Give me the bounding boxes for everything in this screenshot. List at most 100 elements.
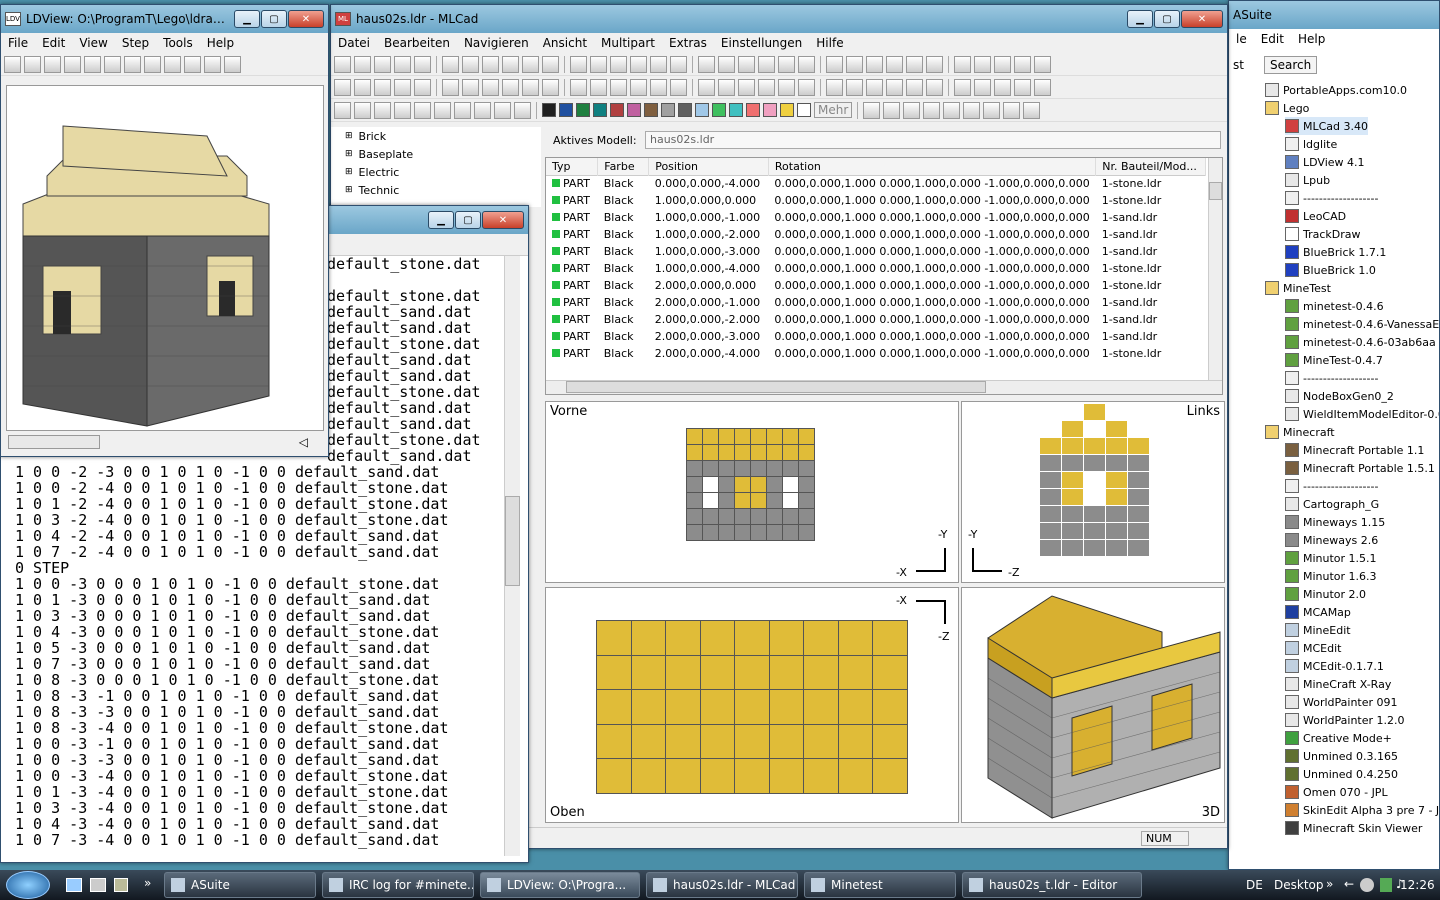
- rotate-icon[interactable]: [502, 55, 519, 73]
- first-step-icon[interactable]: [846, 78, 863, 96]
- save-icon[interactable]: [590, 55, 607, 73]
- table-row[interactable]: PART Black 2.000,0.000,-1.000 0.000,0.000,1…: [546, 294, 1206, 311]
- next-step-icon[interactable]: [542, 78, 559, 96]
- table-row[interactable]: PART Black 2.000,0.000,-3.000 0.000,0.000,1…: [546, 328, 1206, 345]
- asuite-tree-item[interactable]: MineTest: [1265, 279, 1331, 297]
- zoom-icon[interactable]: [906, 55, 923, 73]
- desktop-toolbar[interactable]: Desktop: [1274, 878, 1324, 892]
- table-row[interactable]: PART Black 2.000,0.000,-2.000 0.000,0.000,1…: [546, 311, 1206, 328]
- open-file-icon[interactable]: [994, 55, 1011, 73]
- asuite-tree-item[interactable]: Omen 070 - JPL: [1285, 783, 1388, 801]
- expand-icon[interactable]: ⊞: [345, 185, 353, 195]
- ldview-render[interactable]: [6, 85, 324, 431]
- mlcad-menu-item[interactable]: Extras: [662, 36, 714, 50]
- ldview-menu-item[interactable]: Help: [200, 36, 241, 50]
- camera-icon[interactable]: [24, 55, 41, 73]
- speaker-icon[interactable]: ◁: [299, 435, 308, 449]
- tray-network-icon[interactable]: [1380, 878, 1392, 892]
- asuite-tree-item[interactable]: TrackDraw: [1285, 225, 1361, 243]
- mlcad-menu-item[interactable]: Ansicht: [536, 36, 594, 50]
- quicklaunch-window-icon[interactable]: [90, 878, 106, 892]
- save-icon[interactable]: [374, 55, 391, 73]
- new-file-icon[interactable]: [334, 55, 351, 73]
- first-step-icon[interactable]: [334, 78, 351, 96]
- column-header[interactable]: Typ: [546, 158, 599, 175]
- prev-step-icon[interactable]: [866, 78, 883, 96]
- color-swatch[interactable]: [627, 103, 641, 117]
- table-row[interactable]: PART Black 2.000,0.000,-4.000 0.000,0.000,1…: [546, 345, 1206, 362]
- taskbar-button[interactable]: LDView: O:\Progra...: [480, 872, 640, 898]
- asuite-tree-item[interactable]: Unmined 0.3.165: [1285, 747, 1398, 765]
- color-icon[interactable]: [926, 78, 943, 96]
- table-row[interactable]: PART Black 1.000,0.000,-2.000 0.000,0.000,1…: [546, 226, 1206, 243]
- car-icon[interactable]: [204, 55, 221, 73]
- last-step-icon[interactable]: [906, 78, 923, 96]
- table-row[interactable]: PART Black 1.000,0.000,-1.000 0.000,0.000,1…: [546, 209, 1206, 226]
- asuite-tree-item[interactable]: minetest-0.4.6-03ab6aa: [1285, 333, 1436, 351]
- editor-vscrollbar[interactable]: [504, 256, 520, 856]
- help-icon[interactable]: [826, 78, 843, 96]
- asuite-tree-item[interactable]: SkinEdit Alpha 3 pre 7 - JPL: [1285, 801, 1439, 819]
- view-tool-icon[interactable]: [943, 101, 961, 119]
- help-icon[interactable]: [650, 78, 667, 96]
- asuite-tree-item[interactable]: Unmined 0.4.250: [1285, 765, 1398, 783]
- new-file-icon[interactable]: [974, 55, 991, 73]
- tool-icon[interactable]: [494, 101, 511, 119]
- asuite-tree-item[interactable]: MCEdit-0.1.7.1: [1285, 657, 1384, 675]
- taskbar-button[interactable]: IRC log for #minete...: [322, 872, 474, 898]
- asuite-tree-item[interactable]: LDView 4.1: [1285, 153, 1365, 171]
- first-step-icon[interactable]: [670, 78, 687, 96]
- column-header[interactable]: Position: [648, 158, 769, 175]
- paste-icon[interactable]: [462, 55, 479, 73]
- close-button[interactable]: ✕: [482, 211, 524, 229]
- reload-icon[interactable]: [44, 55, 61, 73]
- ldview-menu-item[interactable]: View: [72, 36, 114, 50]
- tool-icon[interactable]: [374, 101, 391, 119]
- column-header[interactable]: Rotation: [768, 158, 1097, 175]
- open-file-icon[interactable]: [778, 55, 795, 73]
- table-row[interactable]: PART Black 2.000,0.000,0.000 0.000,0.000,1.…: [546, 277, 1206, 294]
- asuite-tree-item[interactable]: -------------------: [1285, 477, 1378, 495]
- expand-icon[interactable]: ⊞: [345, 149, 353, 159]
- copy-icon[interactable]: [866, 55, 883, 73]
- next-step-icon[interactable]: [718, 78, 735, 96]
- move-icon[interactable]: [738, 55, 755, 73]
- help-icon[interactable]: [482, 78, 499, 96]
- quicklaunch-more-icon[interactable]: »: [144, 876, 151, 890]
- color-swatch[interactable]: [610, 103, 624, 117]
- ldview-titlebar[interactable]: LDV LDView: O:\ProgramT\Lego\ldraw\m... …: [1, 5, 328, 33]
- paste-icon[interactable]: [670, 55, 687, 73]
- language-indicator[interactable]: DE: [1246, 878, 1263, 892]
- tool-icon[interactable]: [414, 101, 431, 119]
- asuite-tree-item[interactable]: MCAMap: [1285, 603, 1351, 621]
- asuite-tree-item[interactable]: MineTest-0.4.7: [1285, 351, 1383, 369]
- mlcad-menu-item[interactable]: Einstellungen: [714, 36, 809, 50]
- color-swatch[interactable]: [729, 103, 743, 117]
- copy-icon[interactable]: [442, 55, 459, 73]
- color-swatch[interactable]: [661, 103, 675, 117]
- column-header[interactable]: Farbe: [597, 158, 650, 175]
- open-file-icon[interactable]: [354, 55, 371, 73]
- taskbar-button[interactable]: haus02s.ldr - MLCad: [646, 872, 798, 898]
- grid-icon[interactable]: [462, 78, 479, 96]
- zoom-icon[interactable]: [482, 55, 499, 73]
- table-hscrollbar[interactable]: [546, 380, 1222, 394]
- grid-icon[interactable]: [798, 78, 815, 96]
- asuite-tree-item[interactable]: BlueBrick 1.0: [1285, 261, 1376, 279]
- asuite-tree-item[interactable]: MLCad 3.40: [1285, 117, 1369, 135]
- next-step-icon[interactable]: [886, 78, 903, 96]
- color-icon[interactable]: [758, 78, 775, 96]
- expand-icon[interactable]: ⊞: [345, 131, 353, 141]
- maximize-button[interactable]: ▢: [261, 10, 287, 28]
- move-icon[interactable]: [954, 55, 971, 73]
- tool-icon[interactable]: [454, 101, 471, 119]
- maximize-button[interactable]: ▢: [455, 211, 481, 229]
- color-swatch[interactable]: [712, 103, 726, 117]
- grid-icon[interactable]: [630, 78, 647, 96]
- color-swatch[interactable]: [695, 103, 709, 117]
- asuite-search-tab[interactable]: Search: [1263, 56, 1318, 74]
- mlcad-menu-item[interactable]: Bearbeiten: [377, 36, 457, 50]
- asuite-tree-item[interactable]: BlueBrick 1.7.1: [1285, 243, 1386, 261]
- color-icon[interactable]: [590, 78, 607, 96]
- asuite-tree-item[interactable]: Minecraft: [1265, 423, 1335, 441]
